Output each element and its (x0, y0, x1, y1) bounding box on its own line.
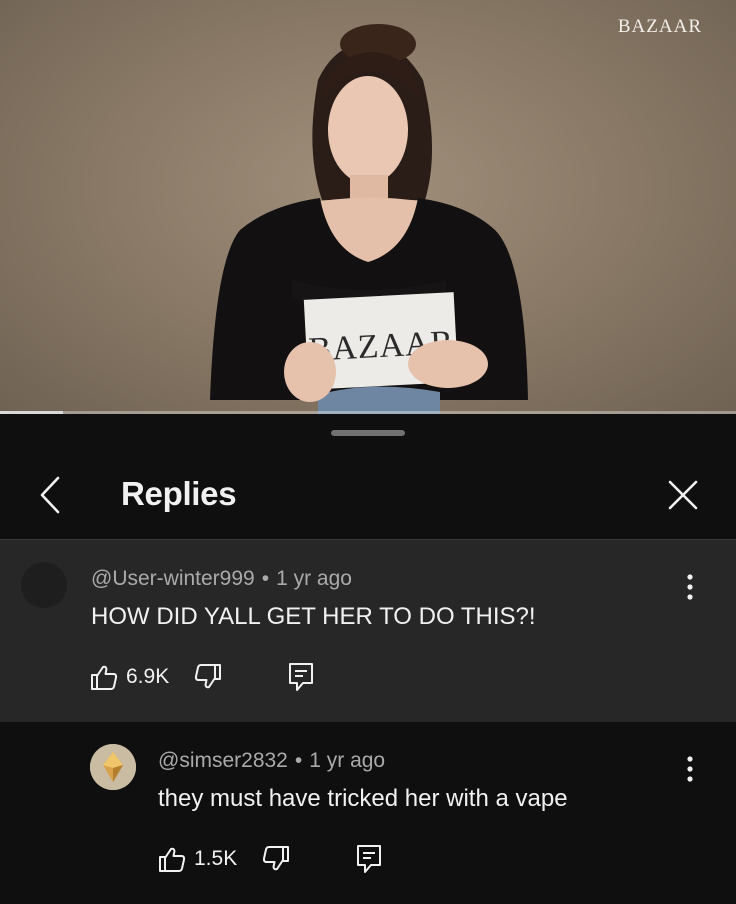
like-button[interactable]: 6.9K (90, 660, 169, 694)
like-count: 1.5K (194, 847, 238, 870)
video-player[interactable]: BAZAAR BAZAAR (0, 0, 736, 414)
comment-author[interactable]: @User-winter999 (91, 567, 255, 590)
meta-separator: • (294, 749, 303, 772)
avatar[interactable] (90, 744, 136, 790)
like-count: 6.9K (126, 665, 170, 688)
drag-handle[interactable] (331, 430, 405, 436)
back-button[interactable] (30, 470, 70, 520)
more-options-button[interactable] (676, 570, 704, 604)
close-button[interactable] (660, 472, 706, 518)
reply-comment-icon (289, 663, 313, 691)
diamond-avatar-icon (90, 744, 136, 790)
thumbs-down-icon (194, 664, 221, 689)
comment-time: 1 yr ago (276, 567, 352, 590)
sheet-title: Replies (121, 475, 237, 512)
sheet-header: Replies (0, 454, 736, 540)
brand-watermark: BAZAAR (617, 16, 702, 37)
comment-text: they must have tricked her with a vape (158, 785, 568, 812)
reply-button[interactable] (356, 842, 382, 876)
chevron-left-icon (40, 476, 60, 514)
video-frame-image: BAZAAR (210, 24, 528, 414)
parent-comment: @User-winter999 • 1 yr ago HOW DID YALL GE… (0, 540, 736, 722)
comment-text: HOW DID YALL GET HER TO DO THIS?! (91, 603, 536, 630)
comment-meta: @simser2832 • 1 yr ago (158, 749, 385, 773)
reply-button[interactable] (288, 660, 314, 694)
more-options-button[interactable] (676, 752, 704, 786)
thumbs-up-icon (159, 847, 186, 872)
avatar[interactable] (21, 562, 67, 608)
reply-comment-icon (357, 845, 381, 873)
comment-time: 1 yr ago (309, 749, 386, 772)
dislike-button[interactable] (194, 660, 222, 694)
more-vert-icon (687, 574, 693, 600)
comment-author[interactable]: @simser2832 (158, 749, 288, 772)
close-icon (668, 480, 698, 510)
more-vert-icon (687, 756, 693, 782)
like-button[interactable]: 1.5K (158, 842, 237, 876)
meta-separator: • (261, 567, 270, 590)
thumbs-down-icon (262, 846, 289, 871)
dislike-button[interactable] (262, 842, 290, 876)
thumbs-up-icon (91, 665, 118, 690)
replies-sheet: Replies @User-winter999 • 1 yr ago HOW DID… (0, 414, 736, 904)
comment-meta: @User-winter999 • 1 yr ago (91, 567, 352, 591)
reply-comment: @simser2832 • 1 yr ago they must have tric… (0, 722, 736, 904)
